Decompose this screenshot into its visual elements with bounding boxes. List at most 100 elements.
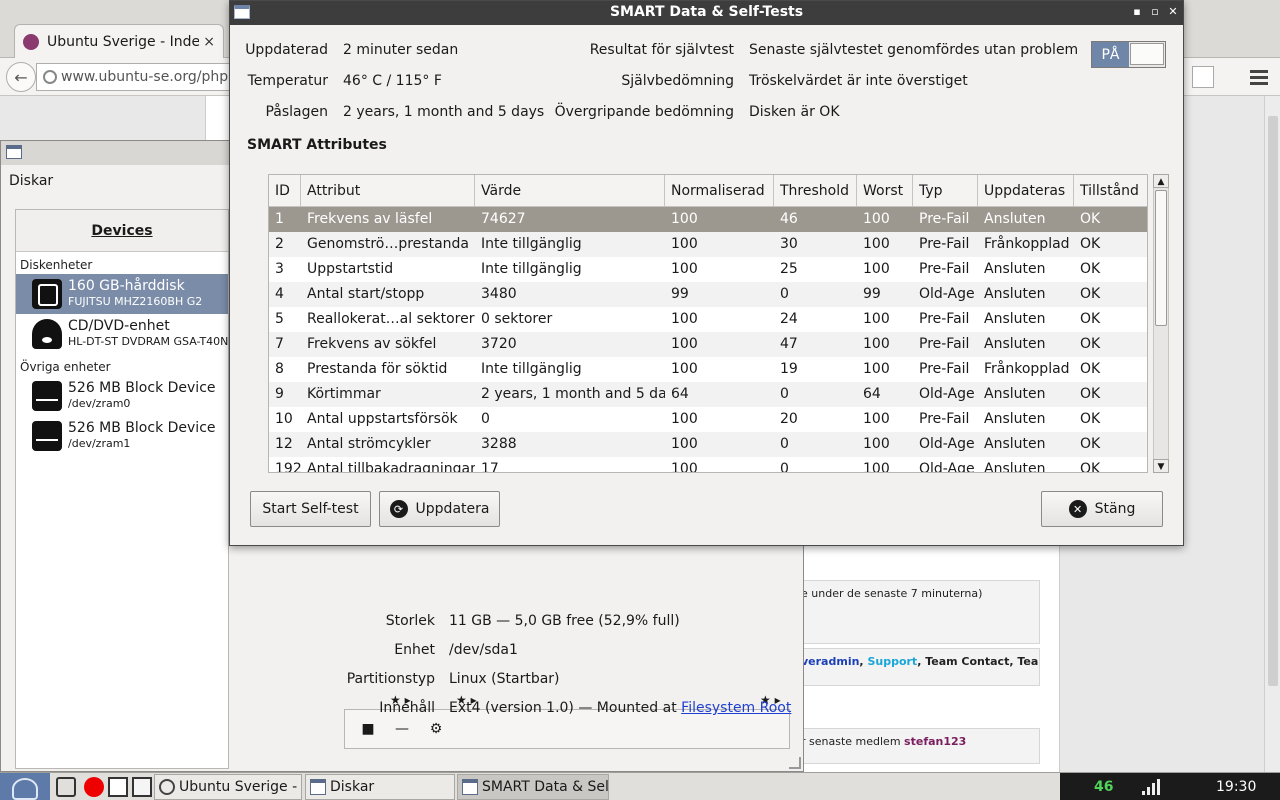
table-row[interactable]: 2 Genomströ…prestanda Inte tillgänglig 100 3… bbox=[269, 232, 1147, 257]
unmount-stop-icon[interactable]: ■ bbox=[357, 718, 379, 740]
device-optical[interactable]: CD/DVD-enhet HL-DT-ST DVDRAM GSA-T40N bbox=[16, 314, 228, 354]
cell-id: 2 bbox=[275, 236, 284, 252]
device-zram1[interactable]: 526 MB Block Device/dev/zram1 bbox=[16, 416, 228, 456]
cell-worst: 100 bbox=[863, 261, 890, 277]
file-manager-icon[interactable] bbox=[56, 777, 76, 797]
clock[interactable]: 19:30 bbox=[1216, 779, 1256, 795]
gears-icon[interactable]: ⚙ bbox=[425, 718, 447, 740]
task-disks[interactable]: Diskar bbox=[305, 774, 455, 800]
prop-partition-type: Partitionstyp Linux (Startbar) bbox=[331, 671, 801, 691]
table-row[interactable]: 7 Frekvens av sökfel 3720 100 47 100 Pre-Fail A… bbox=[269, 332, 1147, 357]
col-threshold[interactable]: Threshold bbox=[774, 175, 857, 207]
maximize-icon[interactable]: ▫ bbox=[1148, 5, 1162, 19]
prop-key: Storlek bbox=[385, 613, 435, 629]
info-powered-on-label: Påslagen bbox=[265, 104, 328, 120]
cell-normalized: 100 bbox=[671, 236, 698, 252]
table-row[interactable]: 4 Antal start/stopp 3480 99 0 99 Old-Age Anslut… bbox=[269, 282, 1147, 307]
device-zram0[interactable]: 526 MB Block Device/dev/zram0 bbox=[16, 376, 228, 416]
close-window-icon[interactable]: ✕ bbox=[1166, 5, 1180, 19]
resize-grip-icon[interactable] bbox=[789, 757, 801, 769]
cell-normalized: 100 bbox=[671, 261, 698, 277]
col-value[interactable]: Värde bbox=[475, 175, 665, 207]
task-smart[interactable]: SMART Data & Self-... bbox=[457, 774, 609, 800]
close-button[interactable]: ✕ Stäng bbox=[1041, 491, 1163, 527]
wifi-signal-icon[interactable] bbox=[1142, 779, 1160, 795]
tab-close-icon[interactable]: × bbox=[203, 34, 215, 50]
bookmarks-icon[interactable] bbox=[1192, 66, 1214, 88]
cell-status: OK bbox=[1080, 236, 1101, 252]
scroll-up-icon[interactable]: ▲ bbox=[1153, 174, 1169, 188]
cell-type: Pre-Fail bbox=[919, 311, 970, 327]
browser-launcher-icon[interactable] bbox=[84, 777, 104, 797]
browser-tab[interactable]: Ubuntu Sverige - Index × bbox=[14, 24, 224, 58]
prop-key: Enhet bbox=[394, 642, 435, 658]
filesystem-root-link[interactable]: Filesystem Root bbox=[681, 700, 791, 716]
cell-attribute: Antal start/stopp bbox=[307, 286, 425, 302]
table-row[interactable]: 9 Körtimmar 2 years, 1 month and 5 days 64 0… bbox=[269, 382, 1147, 407]
delete-partition-icon[interactable]: — bbox=[391, 718, 413, 740]
table-row[interactable]: 12 Antal strömcykler 3288 100 0 100 Old-Age Ans… bbox=[269, 432, 1147, 457]
col-normalized[interactable]: Normaliserad bbox=[665, 175, 774, 207]
text-editor-icon[interactable] bbox=[132, 777, 152, 797]
device-hdd[interactable]: 160 GB-hårddisk FUJITSU MHZ2160BH G2 bbox=[16, 274, 228, 314]
refresh-button[interactable]: ⟳ Uppdatera bbox=[379, 491, 500, 527]
cell-worst: 100 bbox=[863, 236, 890, 252]
smart-titlebar[interactable]: SMART Data & Self-Tests ▪ ▫ ✕ bbox=[230, 1, 1183, 25]
col-attribute[interactable]: Attribut bbox=[301, 175, 475, 207]
col-status[interactable]: Tillstånd bbox=[1074, 175, 1147, 207]
scroll-thumb[interactable] bbox=[1155, 190, 1167, 326]
cell-threshold: 0 bbox=[780, 386, 789, 402]
newest-member-box: r senaste medlem stefan123 bbox=[790, 728, 1040, 764]
scroll-down-icon[interactable]: ▼ bbox=[1153, 459, 1169, 473]
back-button[interactable]: ← bbox=[6, 62, 36, 92]
prop-value: Ext4 (version 1.0) — Mounted at Filesyst… bbox=[449, 700, 791, 716]
cell-normalized: 99 bbox=[671, 286, 689, 302]
show-desktop-icon[interactable] bbox=[108, 777, 128, 797]
page-scrollbar[interactable] bbox=[1264, 96, 1280, 775]
smart-enabled-toggle[interactable]: PÅ bbox=[1091, 41, 1166, 68]
cell-value: Inte tillgänglig bbox=[481, 361, 582, 377]
section-title-text: SMART Attributes bbox=[247, 137, 387, 153]
group-link-support[interactable]: Support bbox=[867, 655, 917, 668]
table-row[interactable]: 10 Antal uppstartsförsök 0 100 20 100 Pre-Fail… bbox=[269, 407, 1147, 432]
start-menu-icon[interactable] bbox=[0, 773, 50, 800]
cell-updates: Ansluten bbox=[984, 286, 1046, 302]
col-type[interactable]: Typ bbox=[913, 175, 978, 207]
cell-worst: 100 bbox=[863, 411, 890, 427]
group-disk-drives: Diskenheter bbox=[20, 258, 93, 272]
table-row[interactable]: 1 Frekvens av läsfel 74627 100 46 100 Pre-Fail… bbox=[269, 207, 1147, 232]
table-scrollbar[interactable]: ▲ ▼ bbox=[1153, 174, 1169, 473]
cell-worst: 100 bbox=[863, 311, 890, 327]
cell-updates: Ansluten bbox=[984, 436, 1046, 452]
toggle-knob[interactable] bbox=[1130, 43, 1164, 65]
cell-normalized: 64 bbox=[671, 386, 689, 402]
cell-value: 3480 bbox=[481, 286, 517, 302]
col-id[interactable]: ID bbox=[269, 175, 301, 207]
battery-level[interactable]: 46 bbox=[1094, 779, 1113, 795]
prop-device: Enhet/dev/sda1 bbox=[331, 642, 801, 662]
cell-id: 3 bbox=[275, 261, 284, 277]
table-row[interactable]: 5 Reallokerat…al sektorer 0 sektorer 100 24 1… bbox=[269, 307, 1147, 332]
table-row[interactable]: 192 Antal tillbakadragningar 17 100 0 100 Old-… bbox=[269, 457, 1147, 472]
table-row[interactable]: 8 Prestanda för söktid Inte tillgänglig 100… bbox=[269, 357, 1147, 382]
cell-threshold: 46 bbox=[780, 211, 798, 227]
col-worst[interactable]: Worst bbox=[857, 175, 913, 207]
task-label: SMART Data & Self-... bbox=[482, 779, 609, 795]
newest-member-link[interactable]: stefan123 bbox=[904, 735, 966, 748]
cell-updates: Ansluten bbox=[984, 411, 1046, 427]
url-bar[interactable]: www.ubuntu-se.org/phpB bbox=[36, 63, 236, 91]
start-selftest-button[interactable]: Start Self-test bbox=[250, 491, 371, 527]
group-link-veradmin[interactable]: veradmin bbox=[801, 655, 859, 668]
scroll-track[interactable] bbox=[1153, 188, 1169, 459]
cell-status: OK bbox=[1080, 436, 1101, 452]
toggle-on-label: PÅ bbox=[1092, 42, 1129, 67]
cell-threshold: 25 bbox=[780, 261, 798, 277]
task-browser[interactable]: Ubuntu Sverige - I... bbox=[154, 774, 302, 800]
device-model: FUJITSU MHZ2160BH G2 bbox=[68, 295, 203, 308]
shade-icon[interactable]: ▪ bbox=[1130, 5, 1144, 19]
hamburger-menu-icon[interactable] bbox=[1246, 64, 1272, 90]
col-updates[interactable]: Uppdateras bbox=[978, 175, 1074, 207]
start-selftest-label: Start Self-test bbox=[262, 501, 359, 517]
table-row[interactable]: 3 Uppstartstid Inte tillgänglig 100 25 100 Pre… bbox=[269, 257, 1147, 282]
page-scrollbar-thumb[interactable] bbox=[1268, 116, 1278, 686]
